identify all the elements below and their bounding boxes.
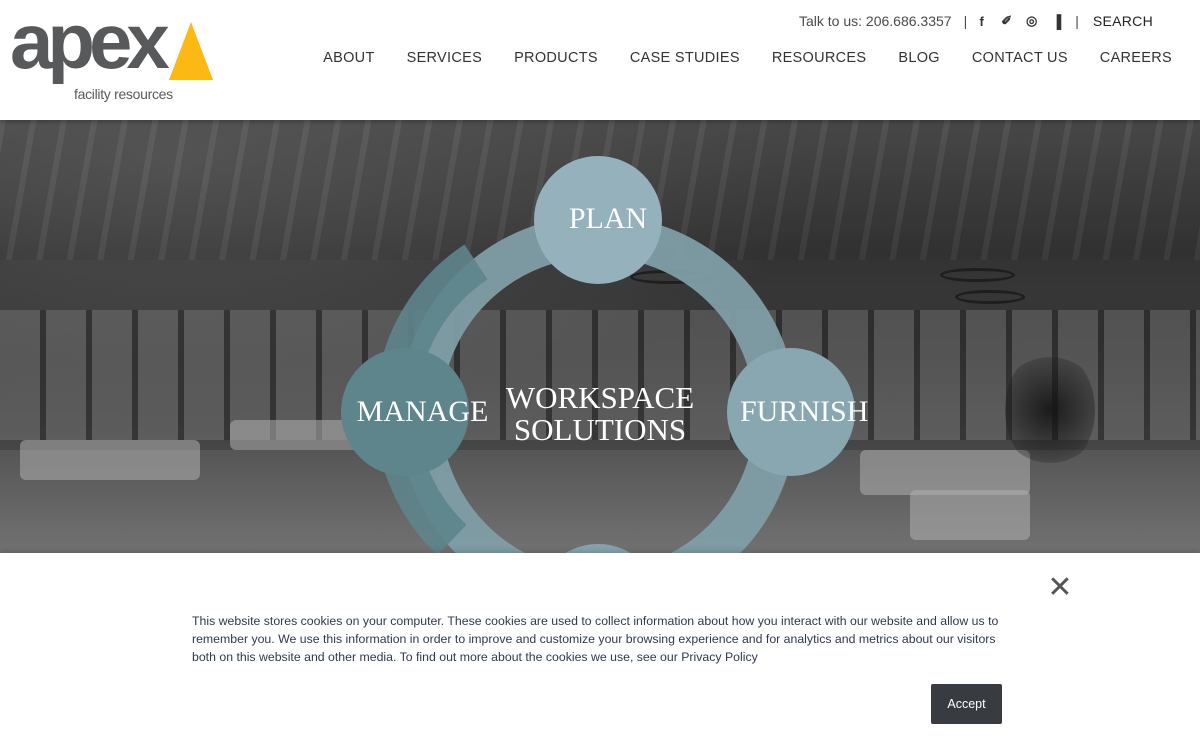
nav-blog[interactable]: BLOG xyxy=(898,50,940,66)
center-title-line1: WORKSPACE xyxy=(505,380,695,415)
nav-services[interactable]: SERVICES xyxy=(407,50,482,66)
utility-bar: Talk to us: 206.686.3357 | f ✐ ◎ ▐ | SEA… xyxy=(799,13,1153,29)
nav-contact-us[interactable]: CONTACT US xyxy=(972,50,1068,66)
cookie-banner: ✕ This website stores cookies on your co… xyxy=(0,553,1200,750)
workspace-cycle-diagram xyxy=(341,156,855,560)
apex-logo[interactable]: apex facility resources xyxy=(10,2,215,104)
instagram-icon[interactable]: ◎ xyxy=(1025,13,1038,29)
accept-cookies-button[interactable]: Accept xyxy=(931,684,1002,724)
houzz-icon[interactable]: ▐ xyxy=(1050,14,1063,29)
nav-products[interactable]: PRODUCTS xyxy=(514,50,598,66)
close-icon[interactable]: ✕ xyxy=(1047,573,1073,603)
site-header: apex facility resources Talk to us: 206.… xyxy=(0,0,1200,120)
logo-subtext: facility resources xyxy=(74,86,173,102)
center-title-line2: SOLUTIONS xyxy=(513,412,687,447)
cycle-label-manage: MANAGE xyxy=(356,395,489,428)
cycle-label-furnish: FURNISH xyxy=(740,397,869,427)
nav-case-studies[interactable]: CASE STUDIES xyxy=(630,50,740,66)
cookie-message: This website stores cookies on your comp… xyxy=(192,614,999,664)
facebook-icon[interactable]: f xyxy=(975,14,988,29)
logo-triangle-icon xyxy=(168,22,214,80)
logo-wordmark: apex xyxy=(10,0,170,85)
twitter-icon[interactable]: ✐ xyxy=(1000,13,1013,29)
phone-number[interactable]: Talk to us: 206.686.3357 xyxy=(799,13,952,29)
nav-careers[interactable]: CAREERS xyxy=(1100,50,1172,66)
main-nav: ABOUT SERVICES PRODUCTS CASE STUDIES RES… xyxy=(291,50,1172,66)
cycle-label-plan: PLAN xyxy=(568,202,648,235)
social-links: f ✐ ◎ ▐ xyxy=(975,13,1075,29)
search-link[interactable]: SEARCH xyxy=(1093,13,1153,29)
separator: | xyxy=(963,13,968,29)
nav-resources[interactable]: RESOURCES xyxy=(772,50,867,66)
separator: | xyxy=(1075,13,1079,29)
nav-about[interactable]: ABOUT xyxy=(323,50,374,66)
hero-banner: PLAN FURNISH MANAGE WORKSPACE SOLUTIONS xyxy=(0,120,1200,560)
